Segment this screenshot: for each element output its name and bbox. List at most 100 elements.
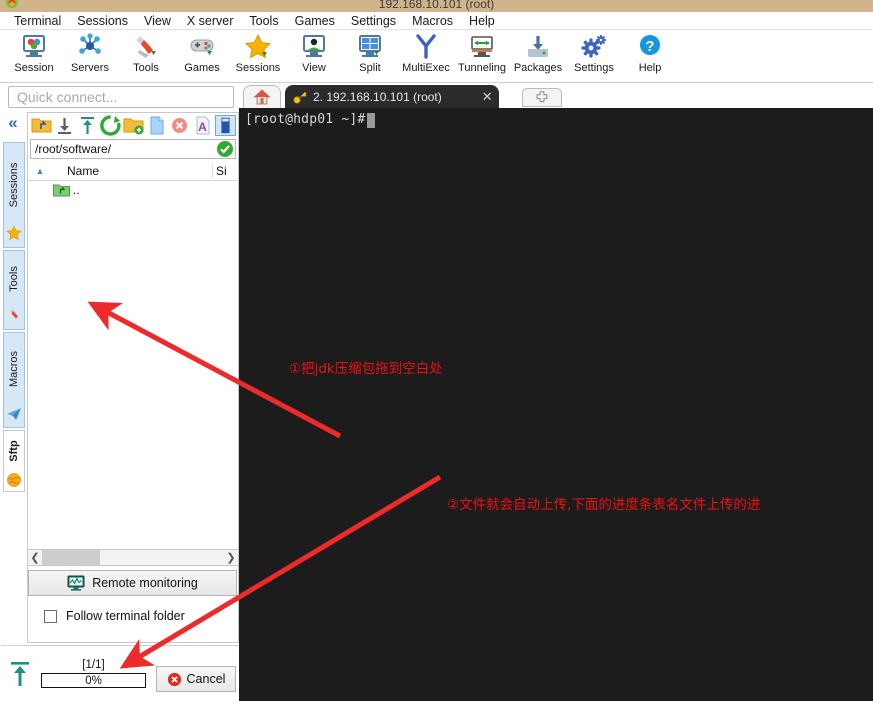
tab-terminal-session[interactable]: 2. 192.168.10.101 (root) ✕ [285,85,499,108]
annotation-text-1: ①把jdk压缩包拖到空白处 [289,361,443,377]
cancel-label: Cancel [186,672,226,686]
toolbar-label-tools: Tools [133,62,159,74]
sftp-file-list: .. [29,181,238,555]
sidebar-tab-sftp[interactable]: Sftp [3,430,25,492]
toolbar-label-multiexec: MultiExec [402,62,450,74]
new-file-icon[interactable] [146,115,167,136]
toolbar-button-tunneling[interactable]: Tunneling [454,30,510,74]
quick-connect-input[interactable] [9,87,233,107]
sidebar-tab-tools-label: Tools [8,266,20,292]
sort-ascending-icon[interactable]: ▲ [29,166,51,176]
paper-plane-icon [7,408,21,420]
list-item-name: .. [73,183,80,197]
toolbar-button-multiexec[interactable]: MultiExec [398,30,454,74]
toolbar-label-tunneling: Tunneling [458,62,506,74]
list-item[interactable]: .. [29,181,238,199]
window-title: 192.168.10.101 (root) [378,0,495,11]
scrollbar-thumb[interactable] [42,550,100,565]
toolbar-button-games[interactable]: Games [174,30,230,74]
close-icon[interactable]: ✕ [482,90,493,103]
toggle-hidden-icon[interactable] [215,115,236,136]
cancel-transfer-button[interactable]: Cancel [156,666,236,692]
download-icon[interactable] [54,115,75,136]
toolbar-button-tools[interactable]: Tools [118,30,174,74]
annotation-text-2: ②文件就会自动上传,下面的进度条表名文件上传的进 [447,497,761,513]
text-edit-icon[interactable]: A [192,115,213,136]
menu-help[interactable]: Help [461,12,503,30]
toolbar-label-split: Split [359,62,381,74]
column-header-name[interactable]: Name [51,164,212,178]
new-tab-button[interactable] [522,88,562,107]
tab-title: 2. 192.168.10.101 (root) [313,89,442,104]
upload-arrow-icon [11,662,29,686]
toolbar-button-help[interactable]: ? Help [622,30,678,74]
follow-terminal-folder-label: Follow terminal folder [66,609,185,623]
parent-folder-icon [53,184,70,197]
toolbar-button-packages[interactable]: Packages [510,30,566,74]
menu-tools[interactable]: Tools [241,12,286,30]
tools-icon [137,36,156,58]
menu-terminal[interactable]: Terminal [6,12,69,30]
servers-icon [79,33,101,54]
help-question-icon: ? [640,35,660,55]
monitor-graph-icon [67,575,85,591]
toolbar-button-view[interactable]: View [286,30,342,74]
sidebar-tab-macros-label: Macros [8,350,20,388]
transfer-progress-bar: 0% [41,673,146,688]
title-bar: 192.168.10.101 (root) [0,0,873,12]
sidebar-tab-sessions[interactable]: Sessions [3,142,25,248]
toolbar-button-sessions[interactable]: Sessions [230,30,286,74]
toolbar-label-servers: Servers [71,62,109,74]
sidebar-tab-macros[interactable]: Macros [3,332,25,428]
menu-sessions[interactable]: Sessions [69,12,136,30]
upload-icon[interactable] [77,115,98,136]
menu-settings[interactable]: Settings [343,12,404,30]
new-folder-icon[interactable] [123,115,144,136]
plus-tab-icon [536,91,548,103]
scroll-right-icon[interactable]: ❯ [224,551,238,564]
quick-connect-field[interactable] [8,86,234,108]
games-icon [190,39,214,55]
toolbar-button-settings[interactable]: Settings [566,30,622,74]
transfer-percent-label: 0% [85,674,102,687]
swiss-knife-icon [10,309,18,319]
toolbar-button-servers[interactable]: Servers [62,30,118,74]
toolbar-button-session[interactable]: Session [6,30,62,74]
transfer-status-bar: [1/1] 0% Cancel [1,645,239,701]
menu-macros[interactable]: Macros [404,12,461,30]
sftp-horizontal-scrollbar[interactable]: ❮ ❯ [27,549,239,566]
column-header-size[interactable]: Si [212,163,238,178]
sidebar-tab-tools[interactable]: Tools [3,250,25,330]
toolbar-label-view: View [302,62,326,74]
parent-folder-icon[interactable] [31,115,52,136]
session-icon [23,35,45,57]
sftp-toolbar: A [28,113,238,138]
scrollbar-track[interactable] [42,550,224,565]
mobaxterm-window: 192.168.10.101 (root) Terminal Sessions … [0,0,873,701]
terminal-cursor [367,113,375,128]
menu-games[interactable]: Games [287,12,343,30]
sidebar-tab-sessions-label: Sessions [8,162,20,208]
double-chevron-left-icon[interactable]: « [2,112,24,134]
settings-gear-icon [581,35,606,58]
globe-icon [7,473,21,487]
menu-view[interactable]: View [136,12,179,30]
remote-monitoring-button[interactable]: Remote monitoring [28,570,237,596]
delete-icon[interactable] [169,115,190,136]
tab-home[interactable] [243,85,281,108]
menu-x-server[interactable]: X server [179,12,242,30]
follow-terminal-folder-row[interactable]: Follow terminal folder [28,604,237,628]
scroll-left-icon[interactable]: ❮ [28,551,42,564]
remote-monitoring-label: Remote monitoring [92,576,198,590]
refresh-icon[interactable] [100,115,121,136]
follow-terminal-folder-checkbox[interactable] [44,609,57,623]
red-x-circle-icon [167,672,181,686]
sftp-path-field[interactable]: /root/software/ [30,139,236,159]
terminal-output[interactable]: [root@hdp01 ~]# [239,108,873,701]
star-icon [6,225,22,241]
toolbar-label-packages: Packages [513,62,563,74]
sidebar-vertical-tabs: « Sessions Tools Macros Sftp [0,112,27,572]
main-toolbar: Session Servers Tools Games Sessions Vie… [0,30,873,83]
toolbar-button-split[interactable]: Split [342,30,398,74]
toolbar-label-settings: Settings [574,62,614,74]
